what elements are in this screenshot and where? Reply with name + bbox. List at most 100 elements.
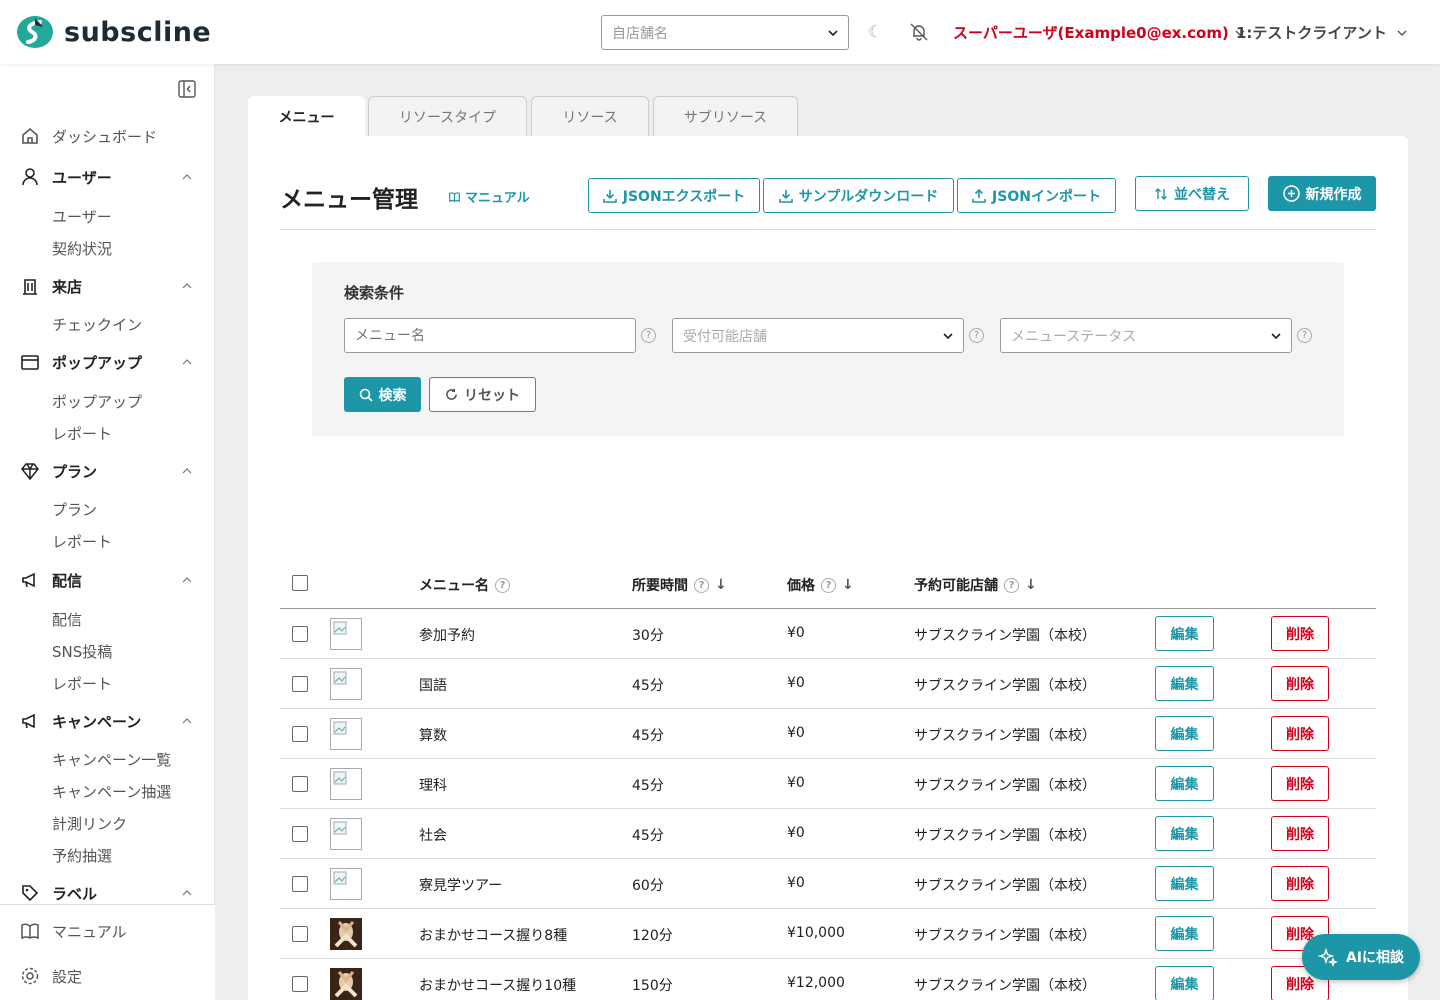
row-checkbox[interactable]	[292, 976, 308, 992]
delete-button[interactable]: 削除	[1271, 616, 1329, 651]
sidebar-item-delivery-report[interactable]: レポート	[52, 673, 112, 694]
help-icon[interactable]: ?	[641, 328, 656, 343]
tab-resource-type[interactable]: リソースタイプ	[368, 96, 527, 136]
select-all-checkbox[interactable]	[292, 575, 308, 591]
help-icon[interactable]: ?	[821, 577, 836, 593]
row-checkbox[interactable]	[292, 676, 308, 692]
chevron-down-icon	[1397, 30, 1407, 36]
sidebar-item-popup-report[interactable]: レポート	[52, 423, 112, 444]
edit-button[interactable]: 編集	[1155, 866, 1214, 901]
reset-button[interactable]: リセット	[429, 377, 536, 412]
chevron-up-icon	[182, 283, 192, 289]
edit-button[interactable]: 編集	[1155, 616, 1214, 651]
user-menu[interactable]: スーパーユーザ(Example0@ex.com)	[953, 22, 1245, 43]
sort-down-icon[interactable]: ↓	[715, 577, 727, 593]
sample-download-button[interactable]: サンプルダウンロード	[763, 178, 954, 213]
sidebar-item-popup[interactable]: ポップアップ	[52, 391, 142, 412]
store-select[interactable]: 自店舗名	[601, 15, 849, 50]
chevron-down-icon	[943, 332, 953, 339]
sidebar-item-tracking-link[interactable]: 計測リンク	[52, 813, 127, 834]
column-header-duration[interactable]: 所要時間 ? ↓	[632, 575, 727, 595]
edit-button[interactable]: 編集	[1155, 666, 1214, 701]
delete-button[interactable]: 削除	[1271, 866, 1329, 901]
edit-button[interactable]: 編集	[1155, 966, 1214, 1000]
book-icon	[21, 923, 39, 940]
sidebar-item-users[interactable]: ユーザー	[52, 206, 112, 227]
menu-price: ¥0	[787, 875, 805, 891]
sidebar-item-plan[interactable]: プラン	[52, 499, 97, 520]
row-checkbox[interactable]	[292, 726, 308, 742]
sidebar-item-campaign-lottery[interactable]: キャンペーン抽選	[52, 781, 171, 802]
help-icon[interactable]: ?	[495, 577, 510, 593]
client-menu[interactable]: 1:テストクライアント	[1236, 22, 1407, 43]
help-icon[interactable]: ?	[694, 577, 709, 593]
sidebar-item-checkin[interactable]: チェックイン	[52, 314, 142, 335]
sidebar-item-delivery[interactable]: 配信	[52, 609, 82, 630]
sidebar-group-delivery[interactable]: 配信	[20, 568, 200, 592]
row-checkbox[interactable]	[292, 626, 308, 642]
manual-link[interactable]: マニュアル	[448, 187, 530, 206]
help-icon[interactable]: ?	[1004, 577, 1019, 593]
json-import-button[interactable]: JSONインポート	[957, 178, 1116, 213]
sort-button[interactable]: 並べ替え	[1135, 176, 1249, 211]
menu-duration: 45分	[632, 828, 664, 844]
bell-off-icon[interactable]	[909, 22, 929, 42]
sidebar-group-users[interactable]: ユーザー	[20, 165, 200, 189]
edit-button[interactable]: 編集	[1155, 716, 1214, 751]
logo[interactable]: subscline	[16, 15, 211, 49]
store-filter-select[interactable]: 受付可能店舗	[672, 318, 964, 353]
menu-thumbnail	[330, 668, 362, 700]
menu-name-input[interactable]	[355, 327, 625, 344]
create-button[interactable]: 新規作成	[1268, 176, 1376, 211]
tab-menu[interactable]: メニュー	[248, 96, 365, 137]
sidebar-group-campaign[interactable]: キャンペーン	[20, 709, 200, 733]
column-header-price[interactable]: 価格 ? ↓	[787, 575, 854, 595]
sidebar-item-reservation-lottery[interactable]: 予約抽選	[52, 845, 112, 866]
delete-button[interactable]: 削除	[1271, 816, 1329, 851]
tab-resource[interactable]: リソース	[531, 96, 649, 136]
sidebar-item-campaign-list[interactable]: キャンペーン一覧	[52, 749, 171, 770]
delete-button[interactable]: 削除	[1271, 716, 1329, 751]
sidebar-group-visit[interactable]: 来店	[20, 274, 200, 298]
sidebar-item-settings[interactable]: 設定	[20, 964, 200, 988]
ai-consult-button[interactable]: AIに相談	[1302, 934, 1420, 980]
row-checkbox[interactable]	[292, 876, 308, 892]
help-icon[interactable]: ?	[969, 328, 984, 343]
menu-name-field[interactable]	[344, 318, 636, 353]
search-button[interactable]: 検索	[344, 377, 421, 412]
moon-icon[interactable]: ☾	[868, 22, 882, 41]
sidebar-collapse-icon[interactable]	[178, 80, 196, 98]
store-select-placeholder: 自店舗名	[612, 25, 668, 42]
edit-button[interactable]: 編集	[1155, 766, 1214, 801]
status-filter-select[interactable]: メニューステータス	[1000, 318, 1292, 353]
sidebar-group-popup[interactable]: ポップアップ	[20, 350, 200, 374]
sidebar-item-sns-post[interactable]: SNS投稿	[52, 641, 112, 662]
json-export-button[interactable]: JSONエクスポート	[588, 178, 760, 213]
tag-icon	[22, 885, 39, 902]
menu-thumbnail	[330, 718, 362, 750]
tab-subresource[interactable]: サブリソース	[653, 96, 798, 136]
sidebar-group-label[interactable]: ラベル	[20, 881, 200, 905]
sort-down-icon[interactable]: ↓	[1025, 577, 1037, 593]
table-row: 理科 45分 ¥0 サブスクライン学園（本校） 編集 削除	[280, 759, 1376, 809]
row-checkbox[interactable]	[292, 926, 308, 942]
delete-button[interactable]: 削除	[1271, 666, 1329, 701]
chevron-down-icon	[1271, 332, 1281, 339]
broken-image-icon	[333, 621, 347, 635]
edit-button[interactable]: 編集	[1155, 816, 1214, 851]
column-header-store[interactable]: 予約可能店舗 ? ↓	[914, 575, 1037, 595]
row-checkbox[interactable]	[292, 826, 308, 842]
row-checkbox[interactable]	[292, 776, 308, 792]
sidebar-item-dashboard[interactable]: ダッシュボード	[20, 124, 200, 148]
sidebar-group-plan[interactable]: プラン	[20, 459, 200, 483]
sort-down-icon[interactable]: ↓	[842, 577, 854, 593]
delete-button[interactable]: 削除	[1271, 766, 1329, 801]
sidebar-item-manual[interactable]: マニュアル	[20, 919, 200, 943]
upload-icon	[972, 188, 986, 203]
sidebar-item-plan-report[interactable]: レポート	[52, 531, 112, 552]
menu-store: サブスクライン学園（本校）	[914, 928, 1096, 944]
menu-name: 国語	[419, 678, 447, 694]
help-icon[interactable]: ?	[1297, 328, 1312, 343]
sidebar-item-contracts[interactable]: 契約状況	[52, 238, 112, 259]
edit-button[interactable]: 編集	[1155, 916, 1214, 951]
